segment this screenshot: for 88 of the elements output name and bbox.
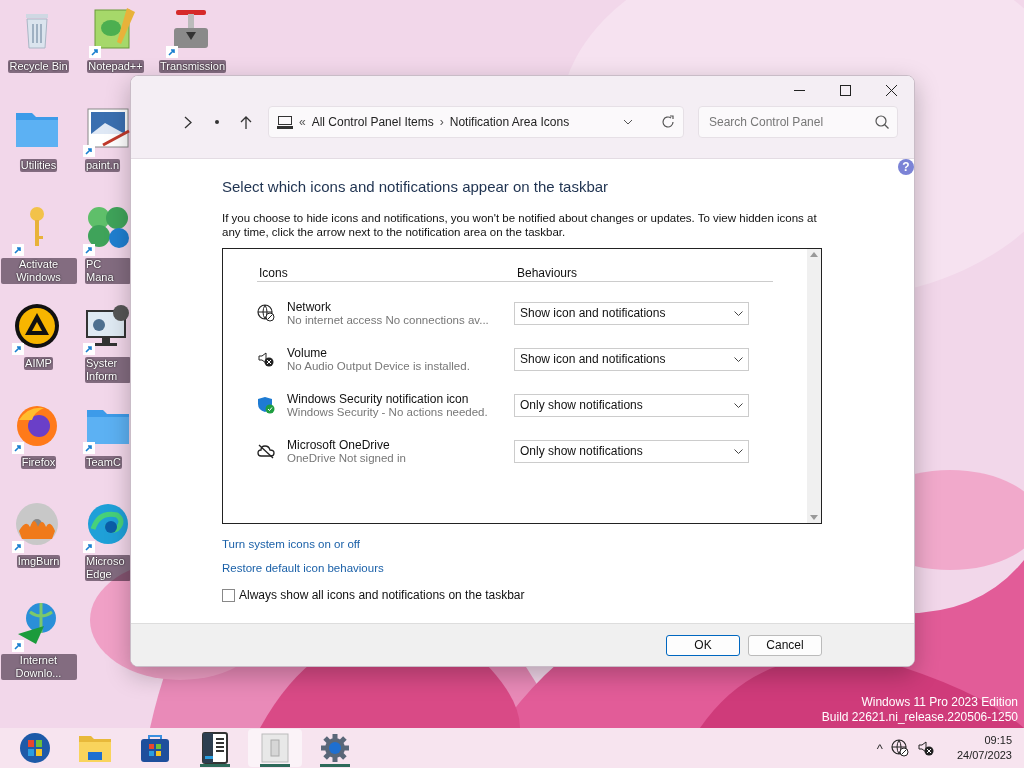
book-panel-icon [202, 732, 228, 764]
behaviour-dropdown[interactable]: Only show notifications [514, 439, 749, 463]
clock[interactable]: 09:15 24/07/2023 [956, 733, 1012, 763]
behaviour-dropdown[interactable]: Show icon and notifications [514, 347, 749, 371]
shield-check-icon [257, 396, 275, 414]
desktop-icon-label[interactable]: Transmission [159, 60, 226, 73]
icon-status: OneDrive Not signed in [287, 452, 407, 464]
key-icon [28, 207, 45, 247]
chevron-down-icon [734, 310, 743, 316]
desktop-icon-label[interactable]: PC Mana [85, 258, 131, 284]
page-heading: Select which icons and notifications appear on the taskbar [222, 178, 610, 195]
always-show-checkbox[interactable] [222, 588, 235, 602]
desktop-icon-label[interactable]: Recycle Bin [8, 60, 69, 73]
monitor-gears-icon [85, 303, 131, 349]
icon-status: Windows Security - No actions needed. [287, 406, 489, 418]
chevron-down-icon [734, 402, 743, 408]
description-text: If you choose to hide icons and notifications, you won't be notified about changes or updates. To view hidden icons at any time, click the arrow next to the notification area on the taskbar. [222, 211, 818, 239]
checkbox-label: Always show all icons and notifications on the taskbar [239, 588, 525, 602]
leaves-icon [85, 204, 131, 250]
globe-blocked-icon [257, 304, 275, 322]
desktop-icon-label[interactable]: Syster Inform [85, 357, 131, 383]
desktop-icon-label[interactable]: Firefox [20, 456, 57, 469]
swirl-icon [85, 501, 131, 547]
edition-watermark: Windows 11 Pro 2023 Edition [861, 695, 1018, 710]
network-tray-button[interactable] [890, 739, 909, 757]
triangle-logo-icon [13, 303, 60, 349]
maximize-icon [839, 84, 851, 96]
desktop-icon-label[interactable]: ImgBurn [16, 555, 61, 568]
icon-name: Network [287, 300, 332, 314]
scrollbar[interactable] [807, 249, 821, 523]
desktop-icon-label[interactable]: AIMP [24, 357, 53, 370]
desktop-icon-label[interactable]: Microso Edge [85, 555, 131, 581]
computer-icon [277, 115, 293, 129]
desktop-icon-label[interactable]: Utilities [19, 159, 58, 172]
folder-icon [79, 734, 111, 762]
icon-name: Microsoft OneDrive [287, 438, 391, 452]
breadcrumb-separator[interactable]: › [439, 115, 444, 129]
desktop-icon-label[interactable]: Internet Downlo... [0, 654, 77, 680]
edition-watermark: Build 22621.ni_release.220506-1250 [821, 710, 1018, 725]
disc-icon [13, 501, 60, 547]
refresh-icon[interactable] [661, 115, 675, 129]
help-button[interactable]: ? [898, 159, 914, 175]
scroll-down-icon [810, 515, 818, 520]
behaviour-dropdown[interactable]: Show icon and notifications [514, 301, 749, 325]
shopping-bag-icon [140, 733, 170, 763]
chevron-down-icon[interactable] [623, 119, 633, 125]
breadcrumb-item[interactable]: Notification Area Icons [449, 115, 570, 129]
icon-status: No internet access No connections av... [287, 314, 490, 326]
dialog-button[interactable]: OK [666, 634, 740, 656]
switch-plate-icon [261, 733, 289, 763]
globe-blocked-icon [890, 739, 909, 757]
settings-link[interactable]: Turn system icons on or off [222, 538, 361, 550]
minimize-icon [793, 89, 805, 91]
scroll-up-icon [810, 252, 818, 257]
clock-time: 09:15 [984, 733, 1012, 748]
desktop-icon-label[interactable]: Activate Windows [0, 258, 77, 284]
address-bar[interactable]: « All Control Panel Items › Notification Area Icons [268, 106, 684, 138]
desktop-icon-label[interactable]: paint.n [85, 159, 121, 172]
desktop-icon-label[interactable]: Notepad++ [87, 60, 144, 73]
close-icon [885, 84, 897, 96]
breadcrumb-overflow[interactable]: « [299, 115, 306, 129]
cloud-off-icon [257, 442, 275, 460]
search-field[interactable]: Search Control Panel [707, 114, 875, 130]
column-header: Behaviours [516, 266, 579, 280]
tray-overflow-button[interactable]: ^ [876, 740, 883, 756]
desktop-icon-label[interactable]: TeamC [85, 456, 122, 469]
search-box[interactable]: Search Control Panel [698, 106, 898, 138]
settings-icon [320, 733, 350, 763]
volume-tray-button[interactable] [916, 739, 935, 757]
start-orb-icon [19, 732, 51, 764]
dot-icon [214, 120, 219, 124]
clock-date: 24/07/2023 [956, 748, 1012, 763]
speaker-muted-icon [257, 350, 275, 368]
chevron-down-icon [734, 448, 743, 454]
icon-name: Volume [287, 346, 329, 360]
dialog-button[interactable]: Cancel [748, 634, 822, 656]
settings-link[interactable]: Restore default icon behaviours [222, 562, 384, 574]
speaker-muted-icon [916, 739, 935, 757]
chevron-right-icon [183, 115, 192, 129]
breadcrumb-item[interactable]: All Control Panel Items [311, 115, 434, 129]
arrow-up-icon [239, 115, 252, 129]
column-header: Icons [258, 266, 289, 280]
taskbar-app-button[interactable] [248, 729, 302, 767]
search-icon [875, 115, 889, 129]
icon-status: No Audio Output Device is installed. [287, 360, 471, 372]
behaviour-dropdown[interactable]: Only show notifications [514, 393, 749, 417]
chevron-down-icon [734, 356, 743, 362]
icon-name: Windows Security notification icon [287, 392, 470, 406]
